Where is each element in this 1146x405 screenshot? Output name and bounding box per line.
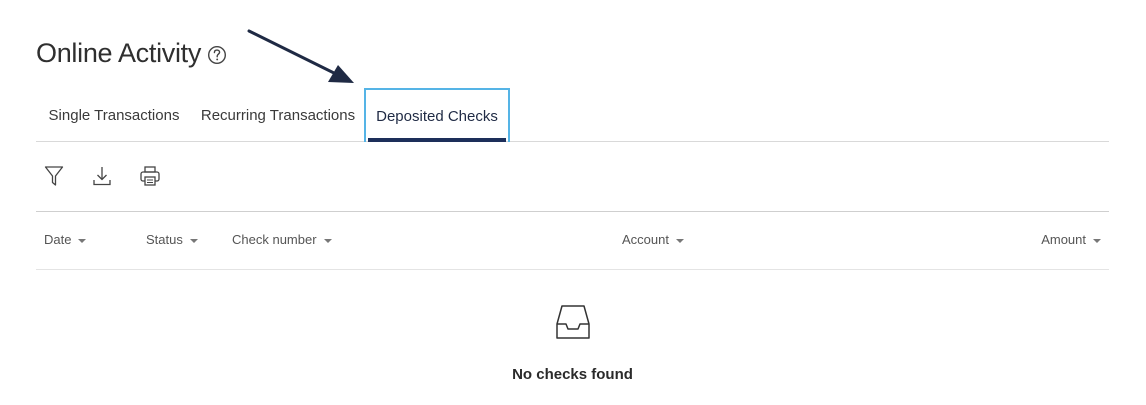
title-row: Online Activity	[36, 38, 227, 69]
column-label: Status	[146, 232, 183, 247]
tab-deposited-checks[interactable]: Deposited Checks	[364, 88, 510, 142]
tab-single-transactions[interactable]: Single Transactions	[36, 88, 192, 142]
download-icon[interactable]	[91, 164, 113, 188]
column-header-status[interactable]: Status	[146, 232, 198, 247]
sort-caret-icon	[1093, 238, 1101, 243]
column-header-date[interactable]: Date	[44, 232, 87, 247]
column-label: Date	[44, 232, 72, 247]
empty-state-message: No checks found	[512, 366, 633, 383]
column-header-check-number[interactable]: Check number	[232, 232, 332, 247]
sort-caret-icon	[78, 238, 87, 243]
tab-recurring-transactions[interactable]: Recurring Transactions	[192, 88, 364, 142]
toolbar	[36, 164, 1109, 212]
activity-tabs: Single Transactions Recurring Transactio…	[36, 88, 1109, 142]
column-label: Account	[622, 232, 669, 247]
annotation-arrow-icon	[247, 29, 354, 83]
question-circle-icon[interactable]	[207, 45, 227, 65]
print-icon[interactable]	[139, 164, 161, 188]
online-activity-page: Online Activity Single Transactions Recu…	[0, 0, 1146, 405]
column-label: Check number	[232, 232, 317, 247]
filter-icon[interactable]	[43, 164, 65, 188]
empty-state: No checks found	[36, 300, 1109, 383]
page-title: Online Activity	[36, 38, 202, 68]
column-header-account[interactable]: Account	[622, 232, 684, 247]
column-header-amount[interactable]: Amount	[1041, 232, 1101, 247]
column-label: Amount	[1041, 232, 1086, 247]
sort-caret-icon	[323, 238, 332, 243]
table-header: Date Status Check number Account Amount	[36, 212, 1109, 270]
sort-caret-icon	[189, 238, 198, 243]
sort-caret-icon	[675, 238, 684, 243]
inbox-icon	[553, 300, 593, 344]
